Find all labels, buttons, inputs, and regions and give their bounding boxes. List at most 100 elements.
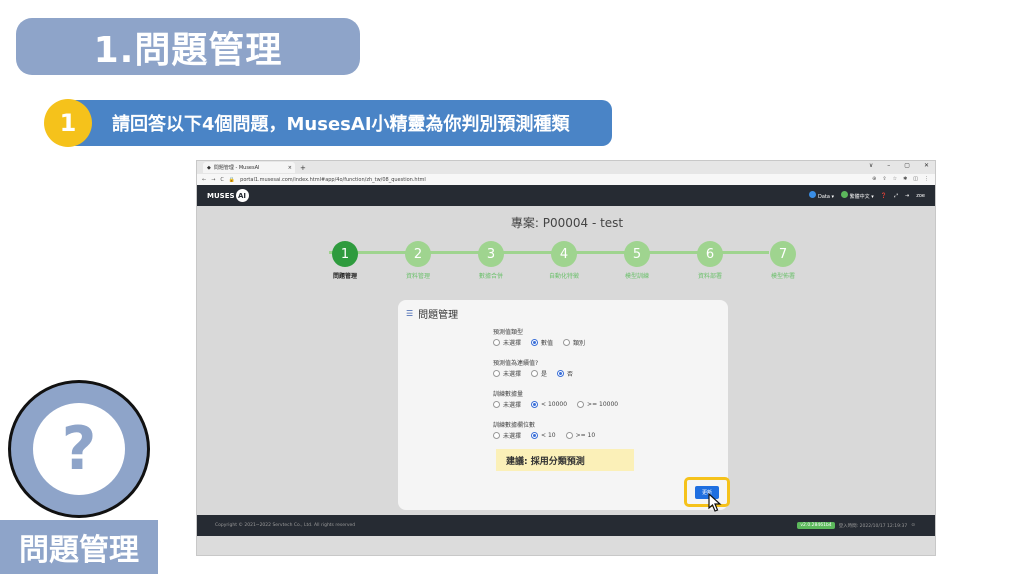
logout-icon[interactable]: ⇥ (905, 193, 909, 199)
step-7[interactable]: 7 模型佈署 (753, 241, 813, 280)
new-tab-button[interactable]: + (300, 164, 306, 172)
option-label: 未選擇 (503, 402, 522, 409)
step-4[interactable]: 4 自動化特徵 (534, 241, 594, 280)
option-label: 數值 (541, 340, 554, 347)
radio (493, 370, 500, 377)
help-icon[interactable]: ❓ (881, 193, 887, 199)
question-card: ☰ 問題管理 預測值類型 未選擇 數值 類別 預測值為連續值? 未選擇 是 否 … (398, 300, 730, 512)
back-icon[interactable]: ← (202, 177, 206, 183)
language-icon (841, 191, 849, 198)
radio (493, 401, 500, 408)
step-1[interactable]: 1 問題管理 (315, 241, 375, 280)
sidebar-icon[interactable]: ◫ (913, 176, 918, 182)
option-label: 未選擇 (503, 433, 522, 440)
star-icon[interactable]: ☆ (893, 176, 897, 182)
step-instruction-bar: 請回答以下4個問題，MusesAI小精靈為你判別預測種類 (74, 100, 612, 146)
option-label: >= 10 (575, 432, 596, 439)
fullscreen-icon[interactable]: ⤢ (894, 193, 898, 199)
q3-option-over-10000[interactable]: >= 10000 (577, 400, 618, 409)
language-menu[interactable]: 繁體中文 ▾ (841, 191, 874, 200)
window-controls: ∨ – ▢ ✕ (869, 162, 929, 169)
step-5[interactable]: 5 模型訓練 (607, 241, 667, 280)
app-footer: Copyright © 2021~2022 Servtech Co., Ltd.… (197, 515, 935, 536)
data-menu[interactable]: Data ▾ (809, 191, 834, 200)
copyright-text: Copyright © 2021~2022 Servtech Co., Ltd.… (215, 523, 356, 528)
url-field[interactable]: portal1.musesai.com/index.html#app/4o/fu… (240, 177, 426, 183)
radio (565, 432, 573, 439)
q2-option-yes[interactable]: 是 (531, 369, 547, 378)
step-7-label: 模型佈署 (770, 273, 795, 280)
language-label: 繁體中文 (849, 194, 870, 200)
maximize-button[interactable]: ▢ (904, 162, 910, 169)
step-4-label: 自動化特徵 (548, 273, 579, 280)
radio-selected (531, 401, 539, 408)
q4-option-unselected[interactable]: 未選擇 (493, 431, 521, 440)
musesai-logo[interactable]: MUSES AI (207, 189, 249, 202)
step-6-circle: 6 (697, 241, 723, 267)
radio (531, 370, 539, 377)
tab-favicon-icon: ◆ (207, 164, 211, 171)
close-window-button[interactable]: ✕ (924, 162, 929, 169)
help-label-text: 問題管理 (19, 533, 139, 568)
question-3-options: 未選擇 < 10000 >= 10000 (493, 400, 618, 409)
step-4-circle: 4 (551, 241, 577, 267)
q3-option-under-10000[interactable]: < 10000 (531, 400, 567, 409)
option-label: < 10000 (541, 401, 568, 408)
radio (493, 432, 500, 439)
user-name[interactable]: zoe (916, 193, 925, 199)
radio (493, 339, 500, 346)
q1-option-category[interactable]: 類別 (563, 338, 585, 347)
menu-icon[interactable]: ⋮ (924, 176, 929, 182)
q3-option-unselected[interactable]: 未選擇 (493, 400, 521, 409)
step-6[interactable]: 6 資料部署 (680, 241, 740, 280)
list-icon: ☰ (406, 309, 414, 318)
help-question-icon: ? (8, 380, 150, 518)
q4-option-over-10[interactable]: >= 10 (565, 431, 596, 440)
address-bar-row: ← → C 🔒 portal1.musesai.com/index.html#a… (197, 174, 935, 185)
tab-title: 問題管理 - MusesAI (213, 165, 260, 171)
q1-option-numeric[interactable]: 數值 (531, 338, 553, 347)
reload-icon[interactable]: C (220, 177, 224, 183)
step-3-circle: 3 (478, 241, 504, 267)
radio-selected (557, 370, 565, 377)
step-2[interactable]: 2 資料管理 (388, 241, 448, 280)
slide-title: 1.問題管理 (93, 29, 283, 71)
browser-window: ◆ 問題管理 - MusesAI × + ∨ – ▢ ✕ ← → C 🔒 por… (196, 160, 936, 556)
workflow-stepper: 1 問題管理 2 資料管理 3 數據合併 4 自動化特徵 5 模型訓練 6 資料… (315, 241, 815, 291)
step-2-label: 資料管理 (405, 273, 430, 280)
version-badge: v2.0.28461b4 (797, 522, 835, 529)
q4-option-under-10[interactable]: < 10 (531, 431, 556, 440)
share-icon[interactable]: ⇪ (882, 176, 886, 182)
radio-selected (531, 432, 539, 439)
extensions-icon[interactable]: ✱ (903, 176, 907, 182)
zoom-icon[interactable]: ⊕ (872, 176, 876, 182)
option-label: 否 (567, 371, 574, 378)
question-1-label: 預測值類型 (493, 329, 524, 336)
clock-icon: ⊙ (911, 523, 915, 528)
q1-option-unselected[interactable]: 未選擇 (493, 338, 521, 347)
option-label: >= 10000 (587, 401, 619, 408)
tab-close-icon[interactable]: × (288, 165, 292, 171)
minimize-button[interactable]: – (887, 162, 890, 169)
browser-tab[interactable]: ◆ 問題管理 - MusesAI × (203, 162, 295, 173)
project-title: 專案: P00004 - test (510, 216, 624, 230)
forward-icon[interactable]: → (211, 177, 215, 183)
step-7-circle: 7 (770, 241, 796, 267)
app-navbar: MUSES AI Data ▾ 繁體中文 ▾ ❓ ⤢ ⇥ zoe (197, 185, 935, 206)
radio (563, 339, 571, 346)
q2-option-no[interactable]: 否 (557, 369, 573, 378)
login-time: 登入時間: 2022/10/17 12:19:37 (838, 523, 908, 529)
question-2-label: 預測值為連續值? (493, 360, 539, 367)
step-instruction-text: 請回答以下4個問題，MusesAI小精靈為你判別預測種類 (112, 114, 570, 135)
tab-search-button[interactable]: ∨ (869, 162, 873, 169)
q2-option-unselected[interactable]: 未選擇 (493, 369, 521, 378)
step-number-badge: 1 (44, 99, 92, 147)
data-icon (809, 191, 817, 198)
browser-toolbar-icons: ⊕ ⇪ ☆ ✱ ◫ ⋮ (872, 176, 929, 182)
help-label: 問題管理 (0, 520, 158, 574)
step-5-circle: 5 (624, 241, 650, 267)
app-content: 專案: P00004 - test 1 問題管理 2 資料管理 3 數據合併 4… (197, 206, 935, 536)
step-3[interactable]: 3 數據合併 (461, 241, 521, 280)
question-4-options: 未選擇 < 10 >= 10 (493, 431, 595, 440)
step-3-label: 數據合併 (478, 273, 503, 280)
